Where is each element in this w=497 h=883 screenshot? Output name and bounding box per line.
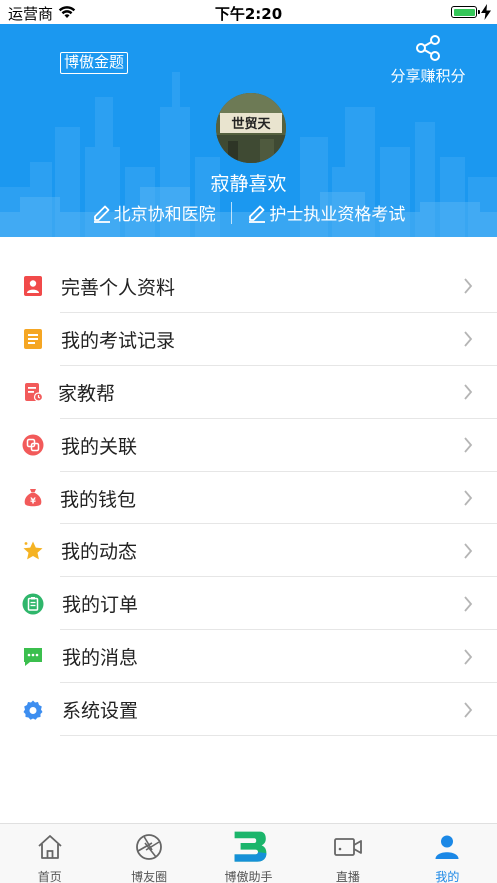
chevron-right-icon bbox=[464, 331, 473, 347]
hospital-tag[interactable]: 北京协和医院 bbox=[92, 200, 216, 225]
share-label: 分享赚积分 bbox=[390, 67, 466, 85]
menu-label: 我的消息 bbox=[62, 647, 139, 670]
menu-item-links[interactable]: 我的关联 bbox=[0, 419, 497, 472]
avatar[interactable]: 世贸天 bbox=[216, 93, 286, 163]
avatar-photo: 世贸天 bbox=[216, 93, 286, 163]
profile-header: 博傲金题 分享赚积分 世贸天 寂静喜欢 北京协和医院 护士执业资格考试 bbox=[0, 24, 497, 237]
status-bar: 运营商 下午2:20 bbox=[0, 0, 497, 24]
menu-label: 我的动态 bbox=[61, 541, 138, 564]
chevron-right-icon bbox=[464, 543, 473, 559]
menu-item-wallet[interactable]: ¥ 我的钱包 bbox=[0, 472, 497, 525]
edit-icon bbox=[249, 205, 266, 223]
brand-logo: 博傲金题 bbox=[60, 52, 129, 74]
home-icon bbox=[38, 835, 62, 859]
tutor-icon bbox=[25, 383, 44, 402]
tab-label: 博友圈 bbox=[131, 870, 168, 883]
svg-text:¥: ¥ bbox=[30, 497, 36, 506]
share-icon bbox=[416, 35, 440, 61]
chevron-right-icon bbox=[464, 384, 473, 400]
menu-item-tutor[interactable]: 家教帮 bbox=[0, 366, 497, 419]
order-icon bbox=[22, 593, 44, 615]
hospital-label: 北京协和医院 bbox=[113, 205, 216, 225]
battery-icon bbox=[451, 6, 480, 18]
tab-mine[interactable]: 我的 bbox=[398, 824, 497, 883]
edit-icon bbox=[93, 205, 110, 223]
menu-label: 家教帮 bbox=[58, 382, 116, 405]
username: 寂静喜欢 bbox=[210, 173, 287, 195]
menu-list: 完善个人资料 我的考试记录 家教帮 我的关联 ¥ 我的钱包 我的动态 我的订单 … bbox=[0, 260, 497, 736]
chevron-right-icon bbox=[464, 490, 473, 506]
link-icon bbox=[22, 434, 44, 456]
tab-label: 首页 bbox=[37, 870, 62, 883]
aperture-icon bbox=[136, 834, 163, 860]
menu-item-orders[interactable]: 我的订单 bbox=[0, 577, 497, 631]
tab-friends-circle[interactable]: 博友圈 bbox=[99, 824, 198, 883]
video-icon bbox=[334, 838, 362, 856]
chevron-right-icon bbox=[464, 596, 473, 612]
user-icon bbox=[435, 835, 459, 859]
clock: 下午2:20 bbox=[214, 5, 283, 23]
tab-bar: 首页 博友圈 博傲助手 直播 我的 bbox=[0, 823, 497, 883]
star-icon bbox=[23, 541, 43, 560]
charging-icon bbox=[481, 4, 491, 20]
menu-item-exam-records[interactable]: 我的考试记录 bbox=[0, 313, 497, 366]
wallet-icon: ¥ bbox=[24, 489, 42, 507]
exam-label: 护士执业资格考试 bbox=[269, 205, 406, 225]
profile-icon bbox=[24, 276, 42, 297]
menu-label: 系统设置 bbox=[62, 700, 139, 723]
tab-label: 博傲助手 bbox=[224, 870, 273, 883]
assistant-logo-icon bbox=[234, 831, 266, 862]
tab-live[interactable]: 直播 bbox=[298, 824, 397, 883]
tab-label: 我的 bbox=[435, 870, 460, 883]
menu-label: 我的考试记录 bbox=[61, 329, 176, 352]
chevron-right-icon bbox=[464, 701, 473, 718]
chevron-right-icon bbox=[464, 278, 473, 295]
chevron-right-icon bbox=[464, 649, 473, 665]
menu-item-settings[interactable]: 系统设置 bbox=[0, 683, 497, 736]
menu-label: 完善个人资料 bbox=[61, 276, 176, 299]
user-tags: 北京协和医院 护士执业资格考试 bbox=[0, 200, 497, 225]
exam-tag[interactable]: 护士执业资格考试 bbox=[247, 200, 405, 225]
avatar-sign-text: 世贸天 bbox=[231, 116, 271, 132]
message-icon bbox=[24, 647, 42, 666]
chevron-right-icon bbox=[464, 437, 473, 453]
tab-label: 直播 bbox=[335, 870, 360, 883]
settings-icon bbox=[23, 700, 43, 720]
menu-label: 我的钱包 bbox=[60, 488, 137, 511]
menu-item-messages[interactable]: 我的消息 bbox=[0, 630, 497, 684]
menu-label: 我的订单 bbox=[62, 594, 139, 617]
exam-record-icon bbox=[24, 329, 42, 350]
tab-assistant[interactable]: 博傲助手 bbox=[199, 824, 298, 883]
battery-level bbox=[453, 8, 475, 16]
menu-item-activity[interactable]: 我的动态 bbox=[0, 524, 497, 578]
tab-home[interactable]: 首页 bbox=[0, 824, 99, 883]
tag-divider bbox=[231, 201, 232, 224]
menu-label: 我的关联 bbox=[61, 435, 138, 458]
share-button[interactable]: 分享赚积分 bbox=[383, 34, 473, 86]
menu-item-profile[interactable]: 完善个人资料 bbox=[0, 260, 497, 313]
